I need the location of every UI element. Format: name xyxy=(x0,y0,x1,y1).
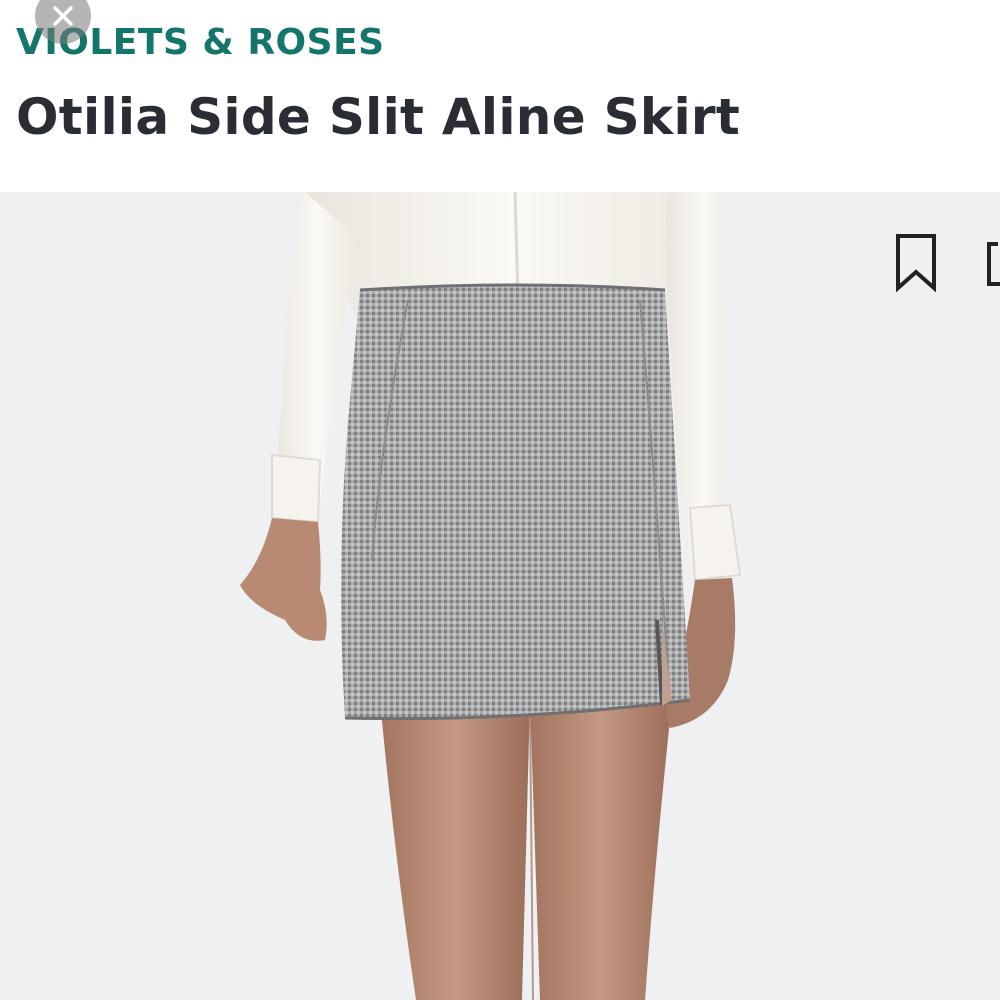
share-icon[interactable] xyxy=(985,240,1000,290)
product-title: Otilia Side Slit Aline Skirt xyxy=(16,88,741,146)
product-image[interactable] xyxy=(0,192,1000,1000)
model-illustration xyxy=(240,192,742,1000)
product-header: VIOLETS & ROSES Otilia Side Slit Aline S… xyxy=(0,0,1000,192)
close-icon xyxy=(53,6,73,26)
bookmark-icon[interactable] xyxy=(894,232,938,292)
